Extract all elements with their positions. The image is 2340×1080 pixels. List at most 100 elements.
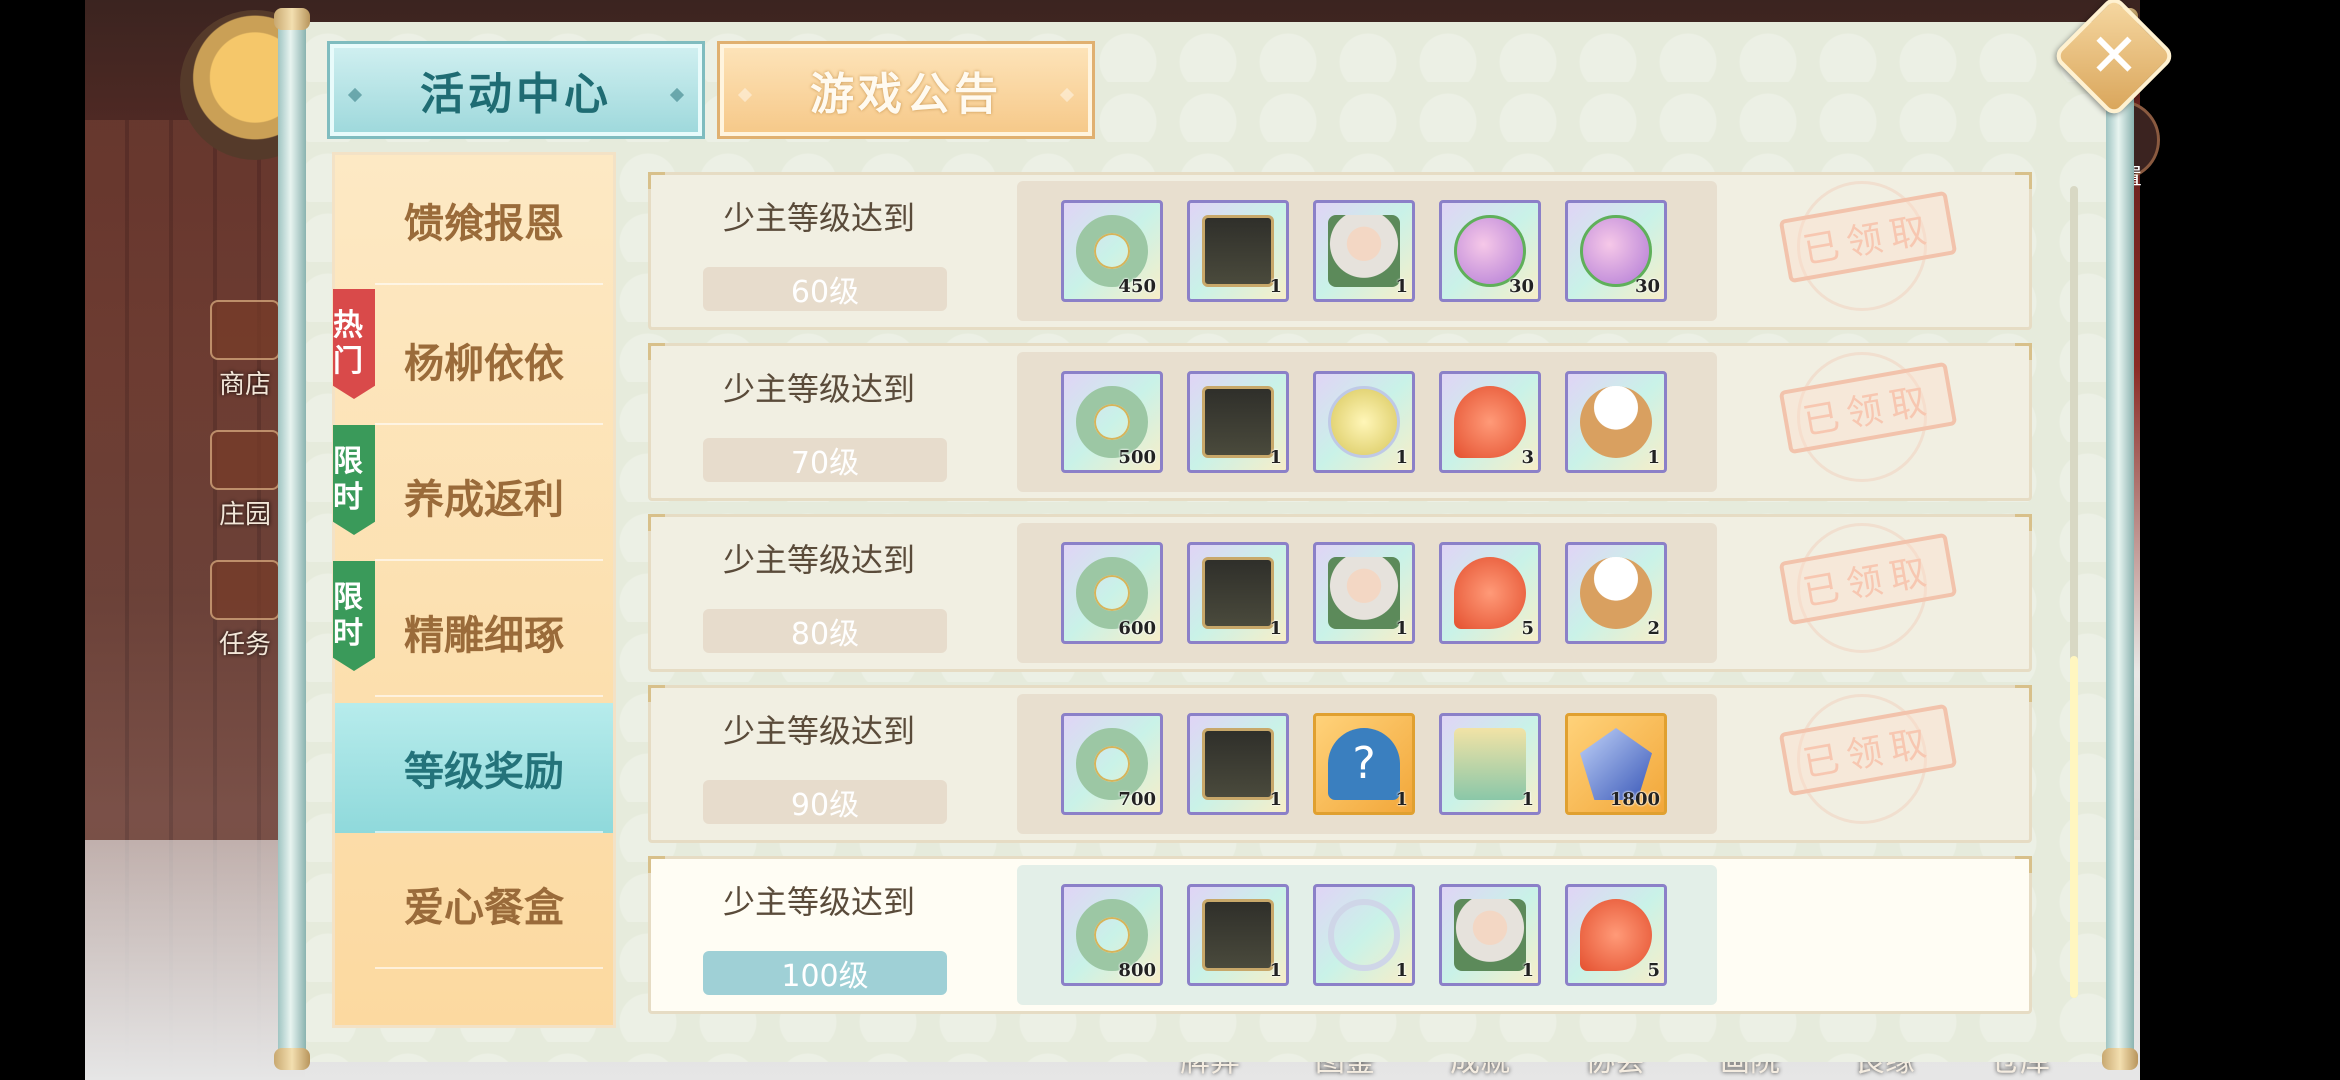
reward-item[interactable]: 1 <box>1313 542 1415 644</box>
claimed-stamp: 已领取 <box>1778 190 1958 284</box>
item-count: 600 <box>1118 618 1156 639</box>
reward-item[interactable]: 1 <box>1565 371 1667 473</box>
reward-item[interactable]: 5 <box>1439 542 1541 644</box>
item-count: 1 <box>1395 960 1408 981</box>
item-count: 5 <box>1521 618 1534 639</box>
reward-item[interactable]: 1 <box>1313 371 1415 473</box>
reward-item[interactable]: 2 <box>1565 542 1667 644</box>
required-level: 90级 <box>703 780 947 824</box>
reward-item[interactable]: 1 <box>1439 713 1541 815</box>
activity-menu: 馈飨报恩 热门 杨柳依依 限时 养成返利 限时 精雕细琢 等级奖励 爱心餐盒 <box>332 152 616 1028</box>
character-portrait-icon <box>1328 557 1400 629</box>
reward-item[interactable]: 500 <box>1061 371 1163 473</box>
menu-badge: 热门 <box>333 289 375 399</box>
manor-icon <box>210 430 280 490</box>
reward-condition: 少主等级达到 <box>722 883 915 921</box>
menu-badge: 限时 <box>333 561 375 671</box>
menu-item-label: 杨柳依依 <box>404 340 564 387</box>
reward-item[interactable]: 1 <box>1439 884 1541 986</box>
quest-label: 任务 <box>218 630 271 660</box>
tab-label: 活动中心 <box>420 69 612 120</box>
item-count: 1 <box>1269 960 1282 981</box>
steamed-bun-icon <box>1580 557 1652 629</box>
diamond-ornament-icon <box>669 87 685 103</box>
tab-activity-center[interactable]: 活动中心 <box>327 41 705 139</box>
flame-charm-icon <box>1454 386 1526 458</box>
reward-condition: 少主等级达到 <box>722 370 915 408</box>
menu-item[interactable]: 限时 养成返利 <box>333 425 613 561</box>
diamond-ornament-icon <box>737 87 753 103</box>
reward-item[interactable]: 1 <box>1187 884 1289 986</box>
menu-divider <box>375 283 603 285</box>
reward-items: 600 1 1 5 2 <box>1017 523 1717 663</box>
reward-item[interactable]: 1 <box>1187 200 1289 302</box>
menu-item-label: 爱心餐盒 <box>404 884 564 931</box>
reward-item[interactable]: 1800 <box>1565 713 1667 815</box>
menu-item[interactable]: 爱心餐盒 <box>335 839 613 969</box>
item-count: 1 <box>1269 618 1282 639</box>
reward-item[interactable]: 700 <box>1061 713 1163 815</box>
ticket-scroll-icon <box>1454 728 1526 800</box>
silver-bracelet-icon <box>1328 899 1400 971</box>
item-count: 5 <box>1647 960 1660 981</box>
required-level: 100级 <box>703 951 947 995</box>
menu-item-label: 馈飨报恩 <box>404 200 564 247</box>
reward-items: 450 1 1 30 30 <box>1017 181 1717 321</box>
item-count: 1 <box>1395 447 1408 468</box>
menu-item[interactable]: 等级奖励 <box>335 703 613 833</box>
reward-row: 少主等级达到 60级 450 1 1 30 30 已领取 <box>648 172 2032 330</box>
menu-item[interactable]: 限时 精雕细琢 <box>333 561 613 697</box>
item-count: 1 <box>1395 618 1408 639</box>
menu-item[interactable]: 热门 杨柳依依 <box>333 289 613 425</box>
item-count: 1 <box>1395 276 1408 297</box>
reward-item[interactable]: 800 <box>1061 884 1163 986</box>
required-level: 70级 <box>703 438 947 482</box>
reward-item[interactable]: 1 <box>1187 542 1289 644</box>
treasure-box-icon <box>1202 215 1274 287</box>
flame-charm-icon <box>1580 899 1652 971</box>
reward-item[interactable]: 5 <box>1565 884 1667 986</box>
item-count: 1 <box>1269 789 1282 810</box>
character-portrait-icon <box>1454 899 1526 971</box>
item-count: 1 <box>1395 789 1408 810</box>
reward-item[interactable]: 1 <box>1313 200 1415 302</box>
item-count: 450 <box>1118 276 1156 297</box>
item-count: 1 <box>1521 960 1534 981</box>
steamed-bun-icon <box>1580 386 1652 458</box>
menu-divider <box>375 559 603 561</box>
menu-divider <box>375 967 603 969</box>
reward-item[interactable]: ? 1 <box>1313 713 1415 815</box>
claimed-stamp: 已领取 <box>1778 703 1958 797</box>
reward-row: 少主等级达到 70级 500 1 1 3 1 已领取 <box>648 343 2032 501</box>
quest-icon <box>210 560 280 620</box>
shop-label: 商店 <box>218 370 271 400</box>
required-level: 80级 <box>703 609 947 653</box>
reward-item[interactable]: 3 <box>1439 371 1541 473</box>
item-count: 3 <box>1521 447 1534 468</box>
scroll-rod-right <box>2102 8 2138 1070</box>
scrollbar-thumb[interactable] <box>2070 656 2078 998</box>
menu-item[interactable]: 馈飨报恩 <box>335 155 613 285</box>
treasure-box-icon <box>1202 728 1274 800</box>
tab-game-announcement[interactable]: 游戏公告 <box>717 41 1095 139</box>
claimed-stamp: 已领取 <box>1778 532 1958 626</box>
menu-divider <box>375 423 603 425</box>
claimed-stamp: 已领取 <box>1778 361 1958 455</box>
reward-row: 少主等级达到 100级 800 1 1 1 5 <box>648 856 2032 1014</box>
reward-item[interactable]: 1 <box>1187 713 1289 815</box>
item-count: 800 <box>1118 960 1156 981</box>
item-count: 1 <box>1521 789 1534 810</box>
reward-item[interactable]: 600 <box>1061 542 1163 644</box>
item-count: 700 <box>1118 789 1156 810</box>
item-count: 30 <box>1508 276 1534 297</box>
reward-item[interactable]: 30 <box>1439 200 1541 302</box>
character-portrait-icon <box>1328 215 1400 287</box>
reward-item[interactable]: 450 <box>1061 200 1163 302</box>
menu-badge: 限时 <box>333 425 375 535</box>
item-count: 30 <box>1634 276 1660 297</box>
scroll-rod-left <box>274 8 310 1070</box>
list-scrollbar[interactable] <box>2070 186 2078 998</box>
reward-item[interactable]: 1 <box>1313 884 1415 986</box>
reward-item[interactable]: 30 <box>1565 200 1667 302</box>
reward-item[interactable]: 1 <box>1187 371 1289 473</box>
